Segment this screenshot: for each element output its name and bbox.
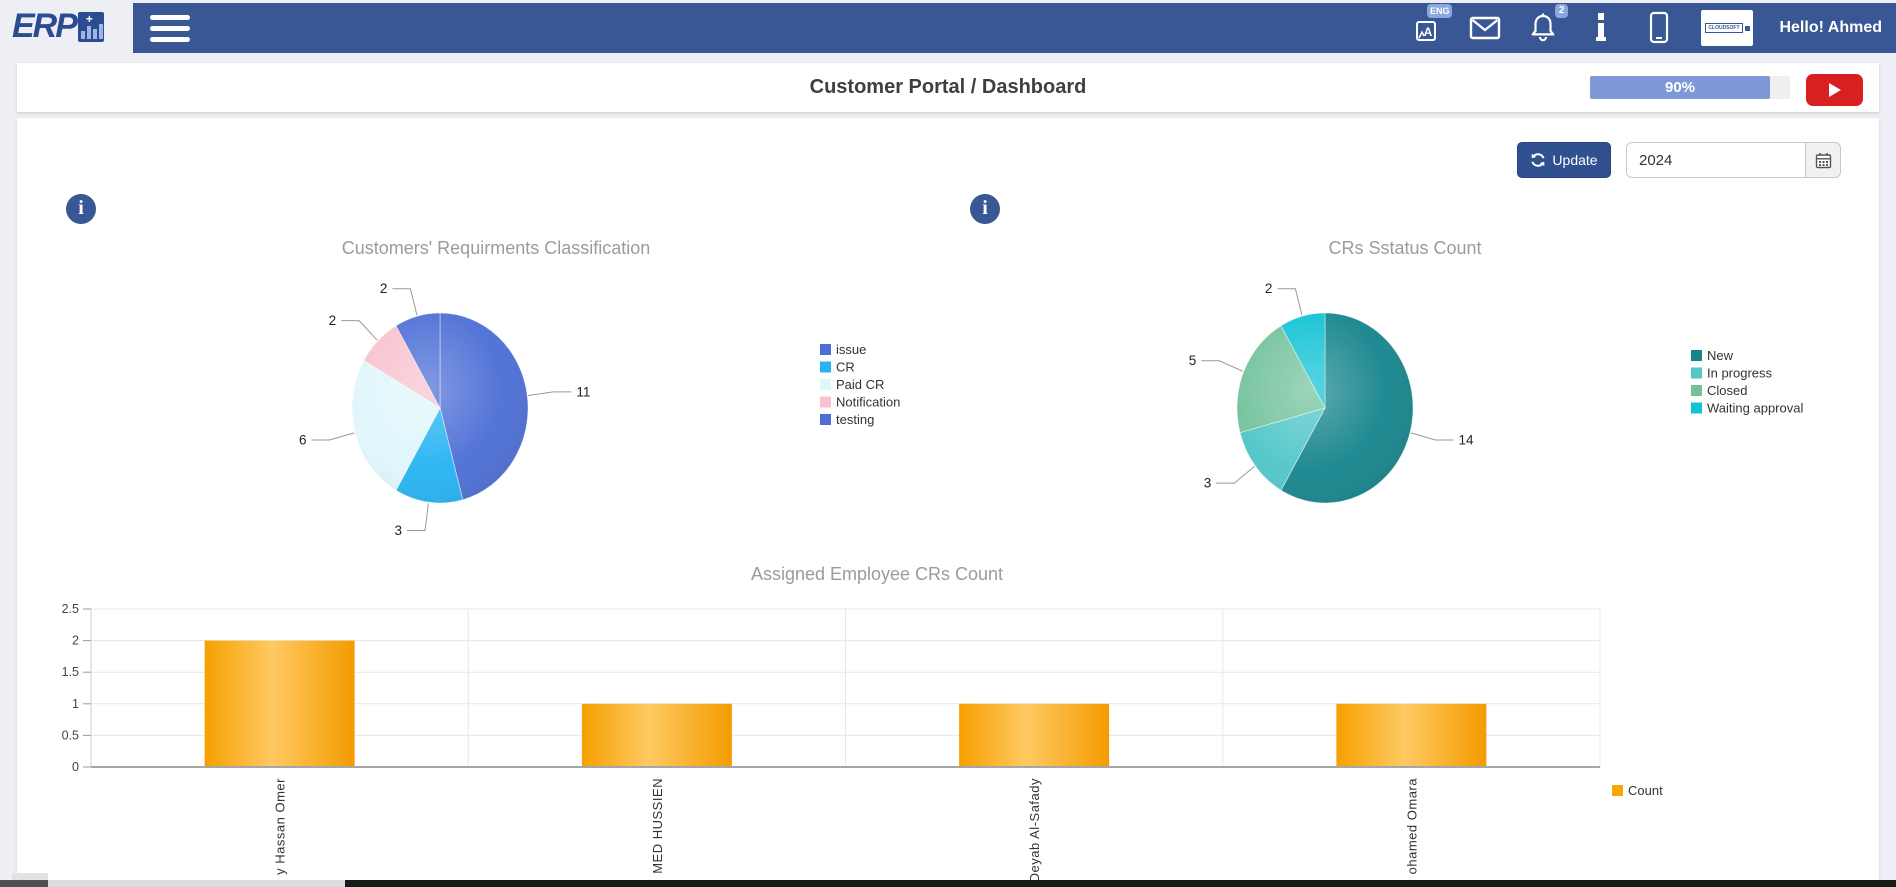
- bar-category-label: MED HUSSIEN: [650, 778, 665, 874]
- bell-icon[interactable]: 2: [1527, 11, 1559, 45]
- bar-rect: [959, 704, 1109, 767]
- pie2-title: CRs Sstatus Count: [1105, 238, 1705, 259]
- play-icon: [1829, 83, 1841, 97]
- bar-rect: [582, 704, 732, 767]
- pie1-legend-swatch: [820, 414, 831, 425]
- bar-ytick: 2.5: [62, 602, 79, 616]
- pie2-legend-label: New: [1707, 348, 1734, 363]
- charts-canvas: 113622issueCRPaid CRNotificationtesting1…: [17, 118, 1879, 887]
- hamburger-menu-icon[interactable]: [150, 15, 190, 43]
- year-picker: [1626, 142, 1841, 178]
- update-button[interactable]: Update: [1517, 142, 1611, 178]
- bar-ytick: 0.5: [62, 728, 79, 742]
- pie1-legend-label: Notification: [836, 395, 900, 410]
- pie1-legend-swatch: [820, 362, 831, 373]
- mobile-icon[interactable]: [1643, 11, 1675, 45]
- pie2-value-label: 5: [1189, 353, 1197, 368]
- pie1-legend-label: testing: [836, 412, 874, 427]
- pie2-value-label: 3: [1204, 476, 1212, 491]
- pie1-info-button[interactable]: i: [66, 194, 96, 224]
- calendar-icon: [1815, 152, 1832, 169]
- pie1-legend-label: issue: [836, 342, 866, 357]
- pie1-value-label: 2: [329, 313, 337, 328]
- bar-ytick: 0: [72, 760, 79, 774]
- top-navbar: A ENG 2: [0, 3, 1896, 53]
- avatar-logo-text: CLOUDSOFT: [1705, 23, 1742, 33]
- pie2-legend-swatch: [1691, 385, 1702, 396]
- pie2-legend-swatch: [1691, 368, 1702, 379]
- bar-title: Assigned Employee CRs Count: [577, 564, 1177, 585]
- pie1-legend-swatch: [820, 397, 831, 408]
- bar-ytick: 1: [72, 697, 79, 711]
- pie1-value-label: 2: [380, 281, 388, 296]
- below-fold-edge: [345, 880, 1896, 887]
- pie1-value-label: 3: [395, 523, 403, 538]
- video-play-button[interactable]: [1806, 74, 1863, 106]
- bar-rect: [205, 641, 355, 767]
- scrollbar-button[interactable]: [0, 880, 48, 887]
- bar-legend-swatch: [1612, 785, 1623, 796]
- pie1-value-label: 11: [576, 384, 590, 399]
- page-header: Customer Portal / Dashboard 90%: [17, 63, 1879, 112]
- progress-fill: 90%: [1590, 76, 1770, 99]
- pie2-legend-swatch: [1691, 350, 1702, 361]
- info-icon[interactable]: [1585, 11, 1617, 45]
- pie1-legend-label: Paid CR: [836, 377, 884, 392]
- app-logo[interactable]: ERP +: [0, 0, 133, 53]
- pie2-legend-label: Closed: [1707, 383, 1747, 398]
- pie1-title: Customers' Requirments Classification: [196, 238, 796, 259]
- bar-category-label: Deyab Al-Safady: [1027, 778, 1042, 882]
- bar-ytick: 2: [72, 634, 79, 648]
- pie1-legend-label: CR: [836, 360, 855, 375]
- language-icon[interactable]: A ENG: [1411, 11, 1443, 45]
- pie2-legend-swatch: [1691, 403, 1702, 414]
- pie2-legend-label: Waiting approval: [1707, 401, 1803, 416]
- bar-category-label: y Hassan Omer: [273, 778, 288, 875]
- bar-category-label: ohamed Omara: [1404, 778, 1419, 875]
- pie2-value-label: 2: [1265, 281, 1273, 296]
- bar-legend-label: Count: [1628, 783, 1663, 798]
- update-button-label: Update: [1552, 152, 1597, 168]
- user-greeting: Hello! Ahmed: [1779, 19, 1882, 37]
- pie2-legend-label: In progress: [1707, 366, 1773, 381]
- mail-icon[interactable]: [1469, 11, 1501, 45]
- svg-text:A: A: [1424, 25, 1433, 39]
- bar-rect: [1336, 704, 1486, 767]
- pie1: 11 3 6 2 2 issue CR Paid CR Notification testing: [299, 281, 900, 538]
- pie2-info-button[interactable]: i: [970, 194, 1000, 224]
- bar-chart: 0 0.5 1 1.5 2 2.5 y Hassan Omer MED HUSSIEN Deya…: [62, 602, 1663, 882]
- avatar[interactable]: CLOUDSOFT: [1701, 10, 1753, 46]
- scrollbar-track[interactable]: [48, 880, 345, 887]
- pie1-legend-swatch: [820, 344, 831, 355]
- pie1-value-label: 6: [299, 432, 307, 447]
- refresh-icon: [1530, 152, 1546, 168]
- progress-bar[interactable]: 90%: [1590, 76, 1790, 99]
- pie2: 14 3 5 2 New In progress Closed Waiting approva…: [1189, 281, 1804, 503]
- logo-text: ERP: [12, 7, 76, 46]
- notification-badge: 2: [1555, 4, 1569, 18]
- language-badge: ENG: [1427, 4, 1453, 18]
- avatar-logo-square: [1745, 26, 1750, 31]
- calendar-button[interactable]: [1805, 142, 1841, 178]
- logo-building-icon: +: [78, 12, 104, 42]
- dashboard-card: 113622issueCRPaid CRNotificationtesting1…: [17, 118, 1879, 887]
- scrollbar-corner: [12, 873, 48, 880]
- pie2-value-label: 14: [1459, 432, 1475, 447]
- year-input[interactable]: [1626, 142, 1805, 178]
- bar-ytick: 1.5: [62, 665, 79, 679]
- pie1-legend-swatch: [820, 379, 831, 390]
